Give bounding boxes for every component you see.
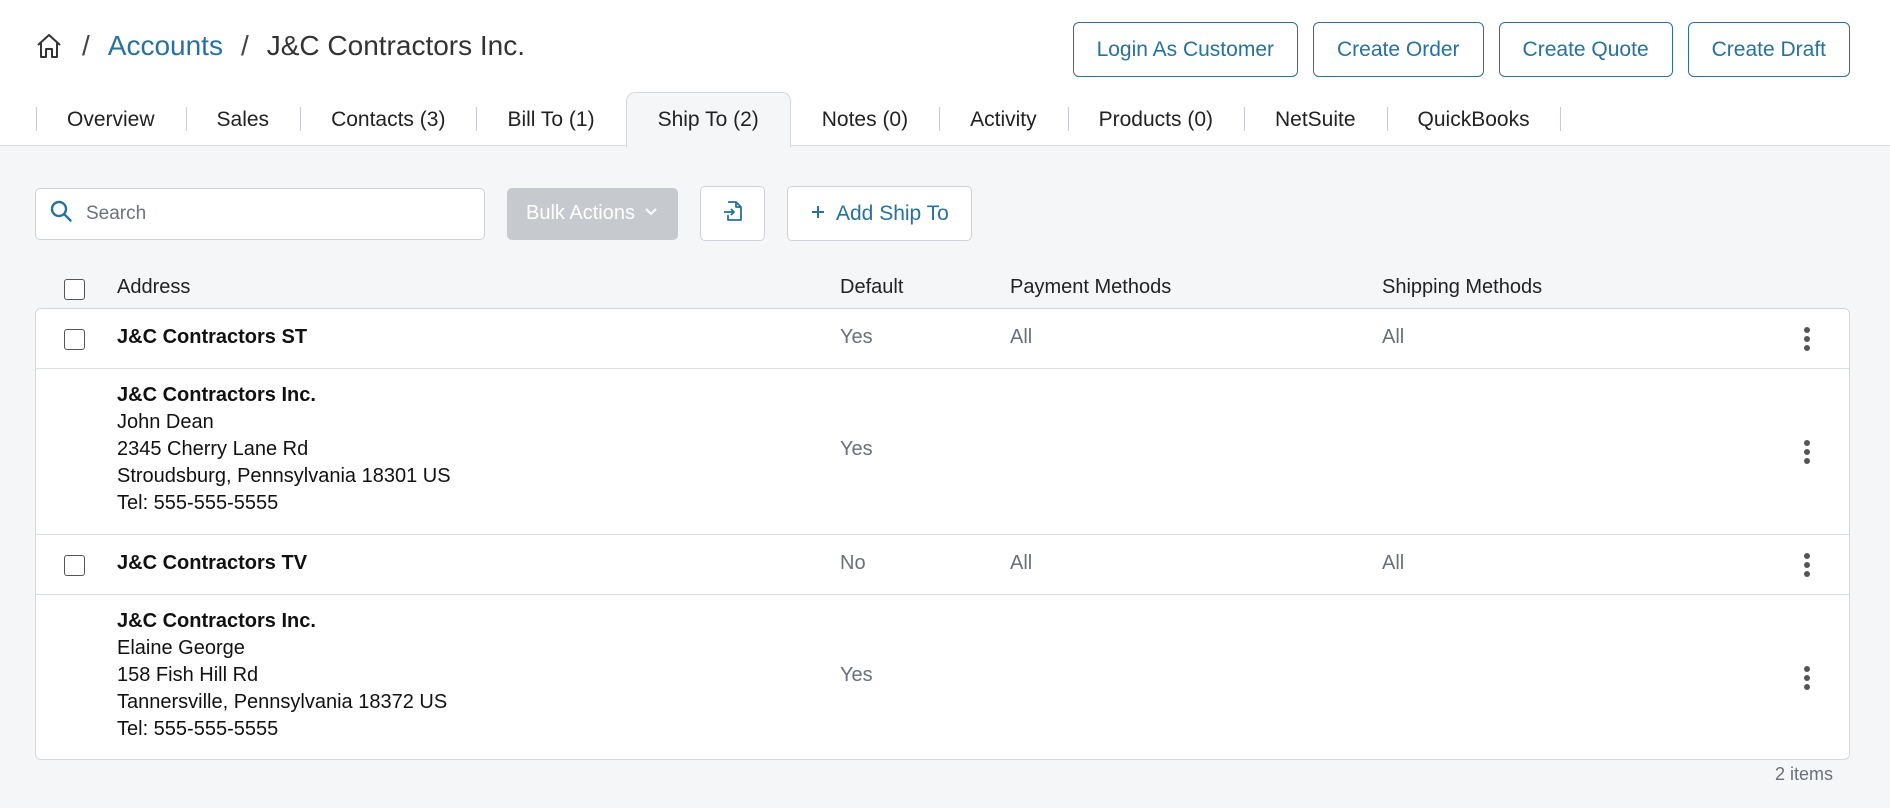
breadcrumb: / Accounts / J&C Contractors Inc. [34, 28, 525, 64]
ship-to-name: J&C Contractors ST [117, 326, 308, 348]
default-value: Yes [840, 326, 873, 348]
more-options-icon[interactable] [1795, 660, 1819, 696]
file-import-icon [721, 199, 745, 228]
tab-ship-to[interactable]: Ship To (2) [625, 92, 791, 148]
column-header-address: Address [117, 276, 191, 298]
column-header-shipping-methods: Shipping Methods [1382, 276, 1543, 298]
create-draft-button[interactable]: Create Draft [1687, 22, 1850, 77]
search-icon [50, 200, 72, 227]
tab-products[interactable]: Products (0) [1067, 92, 1244, 147]
search-input[interactable] [86, 202, 470, 225]
plus-icon [810, 202, 826, 226]
address-contact: John Dean [117, 411, 214, 433]
create-quote-button[interactable]: Create Quote [1498, 22, 1673, 77]
address-tel: Tel: 555-555-5555 [117, 718, 279, 740]
more-options-icon[interactable] [1795, 321, 1819, 357]
bulk-actions-button[interactable]: Bulk Actions [507, 187, 678, 240]
address-city-line: Stroudsburg, Pennsylvania 18301 US [117, 465, 451, 487]
select-all-checkbox[interactable] [64, 279, 85, 300]
bulk-actions-label: Bulk Actions [526, 202, 635, 224]
table-row[interactable]: J&C Contractors TV No All All [36, 535, 1849, 595]
login-as-customer-button[interactable]: Login As Customer [1072, 22, 1298, 77]
tab-quickbooks[interactable]: QuickBooks [1386, 92, 1561, 147]
default-value: Yes [840, 438, 873, 460]
address-company: J&C Contractors Inc. [117, 384, 316, 406]
payment-methods-value: All [1010, 552, 1033, 574]
tab-overview[interactable]: Overview [36, 92, 186, 147]
tab-contacts[interactable]: Contacts (3) [300, 92, 476, 147]
more-options-icon[interactable] [1795, 547, 1819, 583]
tab-netsuite[interactable]: NetSuite [1244, 92, 1387, 147]
ship-to-table: J&C Contractors ST Yes All All J&C Contr… [35, 308, 1850, 760]
shipping-methods-value: All [1382, 326, 1405, 348]
address-company: J&C Contractors Inc. [117, 610, 316, 632]
breadcrumb-separator: / [240, 30, 249, 61]
list-toolbar: Bulk Actions Add Ship To [35, 186, 972, 241]
payment-methods-value: All [1010, 326, 1033, 348]
more-options-icon[interactable] [1795, 434, 1819, 470]
row-checkbox[interactable] [64, 555, 85, 576]
tab-bar: Overview Sales Contacts (3) Bill To (1) … [36, 92, 1561, 148]
item-count: 2 items [1774, 764, 1833, 784]
address-city-line: Tannersville, Pennsylvania 18372 US [117, 691, 448, 713]
add-ship-to-label: Add Ship To [836, 201, 949, 225]
breadcrumb-separator: / [82, 30, 90, 61]
address-street: 2345 Cherry Lane Rd [117, 438, 309, 460]
address-block: J&C Contractors Inc. John Dean 2345 Cher… [117, 382, 451, 517]
header-actions: Login As Customer Create Order Create Qu… [1072, 22, 1850, 77]
tab-activity[interactable]: Activity [939, 92, 1068, 147]
add-ship-to-button[interactable]: Add Ship To [787, 186, 972, 241]
breadcrumb-accounts-link[interactable]: Accounts [108, 30, 223, 62]
table-row-detail: J&C Contractors Inc. John Dean 2345 Cher… [36, 369, 1849, 535]
row-checkbox[interactable] [64, 329, 85, 350]
home-icon[interactable] [34, 31, 64, 61]
address-contact: Elaine George [117, 637, 245, 659]
table-row-detail: J&C Contractors Inc. Elaine George 158 F… [36, 595, 1849, 759]
table-header: Address Default Payment Methods Shipping… [35, 270, 1850, 308]
page-header: / Accounts / J&C Contractors Inc. Login … [0, 0, 1890, 148]
column-header-payment-methods: Payment Methods [1010, 276, 1172, 298]
tab-bill-to[interactable]: Bill To (1) [476, 92, 625, 147]
ship-to-name: J&C Contractors TV [117, 552, 308, 574]
import-button[interactable] [700, 186, 765, 241]
table-row[interactable]: J&C Contractors ST Yes All All [36, 309, 1849, 369]
address-tel: Tel: 555-555-5555 [117, 492, 279, 514]
address-street: 158 Fish Hill Rd [117, 664, 259, 686]
default-value: No [840, 552, 866, 574]
address-block: J&C Contractors Inc. Elaine George 158 F… [117, 608, 447, 743]
default-value: Yes [840, 664, 873, 686]
column-header-default: Default [840, 276, 904, 298]
create-order-button[interactable]: Create Order [1313, 22, 1484, 77]
page-title: J&C Contractors Inc. [266, 30, 526, 61]
shipping-methods-value: All [1382, 552, 1405, 574]
tab-sales[interactable]: Sales [185, 92, 301, 147]
tab-notes[interactable]: Notes (0) [791, 92, 939, 147]
search-box [35, 187, 485, 240]
chevron-down-icon [643, 202, 659, 225]
